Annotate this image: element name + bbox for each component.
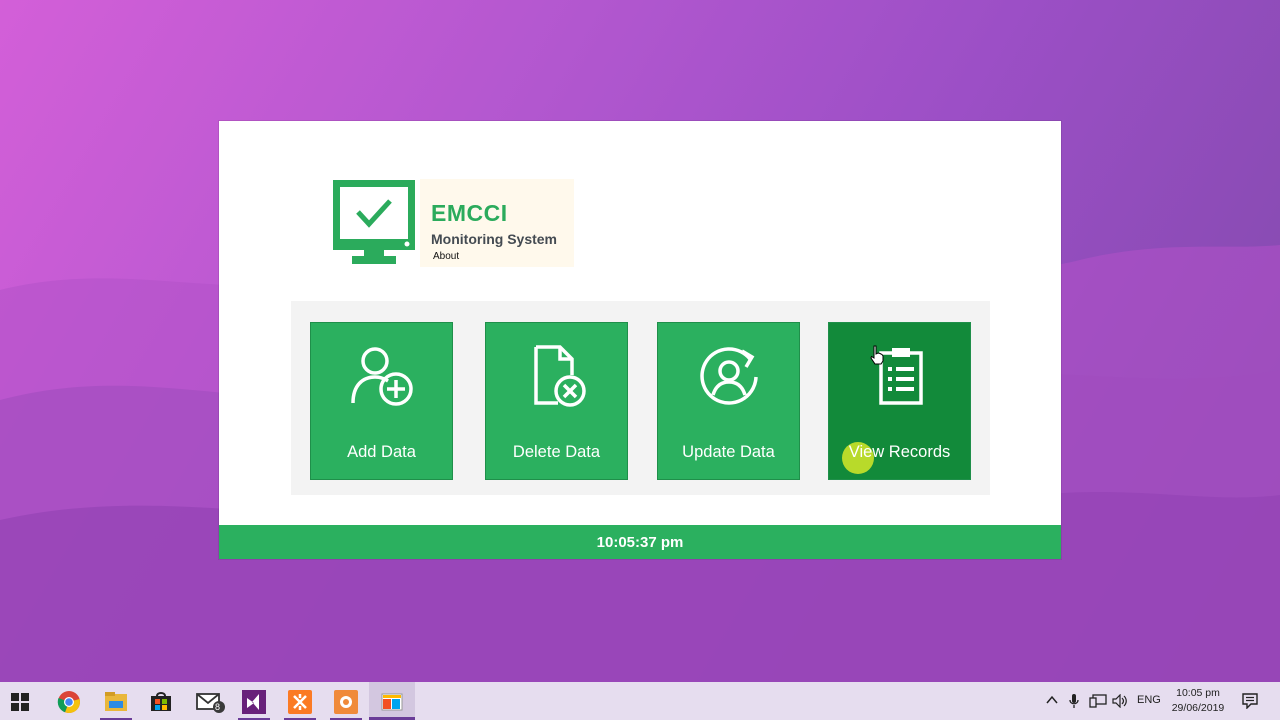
app-logo: EMCCI Monitoring System About — [332, 179, 577, 271]
file-explorer-icon[interactable] — [104, 691, 128, 713]
office-app-icon[interactable] — [380, 690, 404, 714]
system-date: 29/06/2019 — [1171, 702, 1225, 714]
store-icon[interactable] — [150, 690, 172, 712]
tiles-panel: Add Data Delete Data Update Data View Re… — [291, 301, 990, 495]
view-records-label: View Records — [848, 443, 951, 461]
taskbar: 8 ENG 10:05 pm 29/06/2019 — [0, 682, 1280, 720]
add-data-label: Add Data — [347, 443, 416, 461]
clock-display: 10:05:37 pm — [596, 534, 684, 551]
notification-center-icon[interactable] — [1242, 693, 1258, 709]
microphone-icon[interactable] — [1069, 693, 1079, 709]
system-time: 10:05 pm — [1176, 687, 1220, 699]
monitor-check-icon — [333, 180, 415, 264]
network-icon[interactable] — [1089, 694, 1107, 708]
update-data-button[interactable]: Update Data — [657, 322, 800, 480]
volume-icon[interactable] — [1112, 694, 1128, 708]
orange-app-icon[interactable] — [334, 690, 358, 714]
mail-icon[interactable] — [196, 691, 226, 715]
app-window: EMCCI Monitoring System About Add Data D… — [219, 121, 1061, 559]
delete-data-button[interactable]: Delete Data — [485, 322, 628, 480]
app-subtitle: Monitoring System — [431, 231, 558, 247]
logo-text-panel: EMCCI Monitoring System About — [420, 179, 574, 267]
view-records-button[interactable]: View Records — [828, 322, 971, 480]
update-user-icon — [700, 347, 758, 405]
mail-badge: 8 — [215, 702, 221, 712]
language-indicator[interactable]: ENG — [1137, 694, 1161, 706]
app-title: EMCCI — [431, 200, 508, 226]
visual-studio-icon[interactable] — [242, 690, 266, 714]
system-clock[interactable]: 10:05 pm 29/06/2019 — [1170, 686, 1226, 716]
delete-data-label: Delete Data — [512, 443, 601, 461]
delete-file-icon — [534, 345, 586, 407]
windows-start-icon[interactable] — [11, 693, 29, 711]
chrome-icon[interactable] — [57, 690, 81, 714]
about-link[interactable]: About — [433, 251, 459, 262]
add-user-icon — [351, 347, 413, 406]
status-bar: 10:05:37 pm — [219, 525, 1061, 559]
chevron-up-icon[interactable] — [1046, 695, 1058, 705]
add-data-button[interactable]: Add Data — [310, 322, 453, 480]
hand-cursor-icon — [870, 345, 884, 365]
update-data-label: Update Data — [682, 443, 775, 461]
xampp-icon[interactable] — [288, 690, 312, 714]
